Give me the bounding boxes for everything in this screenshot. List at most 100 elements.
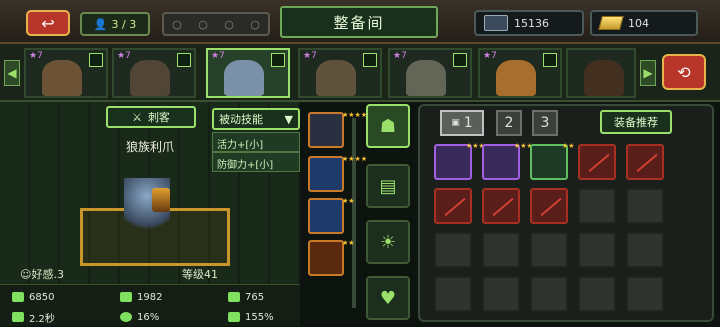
inventory-slot-empty[interactable] (578, 232, 616, 268)
stat-attack: 1982 (108, 287, 208, 307)
page-title: 整备间 (280, 6, 438, 38)
inventory-slot-empty[interactable] (482, 276, 520, 312)
gold-resource: 104 (590, 10, 698, 36)
recommend-gear-button[interactable]: 装备推荐 (600, 110, 672, 134)
skill-item: 防御力+[小] (212, 152, 300, 172)
class-button[interactable]: ⚔ 刺客 (106, 106, 196, 128)
swap-hero-button[interactable]: ⟲ (662, 54, 706, 90)
star-rating: ★★★ (514, 143, 533, 150)
inventory-tab-1[interactable]: ▣ 1 (440, 110, 484, 136)
inventory-item[interactable]: ★★★ (434, 143, 485, 180)
inventory-slot-empty[interactable] (626, 232, 664, 268)
chevron-right-icon: ▶ (643, 66, 653, 80)
scroll-right-button[interactable]: ▶ (640, 60, 656, 86)
squad-count[interactable]: 👤 3 / 3 (80, 12, 150, 36)
skill-item: 活力+[小] (212, 132, 300, 152)
equip-slot-weapon[interactable]: ★★★★ (308, 112, 367, 148)
hero-card[interactable]: ★7 (478, 48, 562, 98)
inventory-item-locked[interactable] (434, 188, 472, 224)
skill-type-dropdown[interactable]: 被动技能 ▼ (212, 108, 300, 130)
person-heart-icon: ♥ (379, 287, 397, 309)
inventory-slot-empty[interactable] (482, 232, 520, 268)
robot-icon: ☗ (379, 115, 397, 137)
inventory-item-locked[interactable] (482, 188, 520, 224)
stats-panel: 6850 1982 765 2.2秒 16% 155% (0, 284, 300, 326)
hero-portrait (42, 60, 82, 96)
star-rating: ★★ (562, 142, 575, 150)
hero-card[interactable]: ★7 (112, 48, 196, 98)
team-slots[interactable]: ○ ○ ○ ○ (162, 12, 270, 36)
tab-cards[interactable]: ▤ (366, 164, 410, 208)
card-resource: 15136 (474, 10, 584, 36)
gold-bar-icon (598, 16, 624, 30)
equip-slot-gear[interactable]: ★★ (308, 198, 355, 234)
tab-equipment[interactable]: ☗ (366, 104, 410, 148)
inventory-slot-empty[interactable] (626, 188, 664, 224)
hero-model (124, 178, 170, 238)
favor-level: ☺好感.3 (20, 268, 64, 281)
hero-card-selected[interactable]: ★7 (206, 48, 290, 98)
person-icon: 👤 (93, 17, 108, 31)
hero-card[interactable]: ★7 (24, 48, 108, 98)
card-stack-icon (484, 15, 508, 31)
inventory-item[interactable]: ★★★ (482, 143, 533, 180)
inventory-slot-empty[interactable] (434, 232, 472, 268)
inventory-item-locked[interactable] (626, 144, 664, 180)
role-icon (543, 53, 557, 67)
role-icon (453, 53, 467, 67)
stat-defense: 765 (216, 287, 316, 307)
card-icon: ▤ (379, 175, 397, 197)
equip-slot-armor[interactable]: ★★★★ (308, 156, 367, 192)
inventory-slot-empty[interactable] (434, 276, 472, 312)
equip-slot-accessory[interactable]: ★★ (308, 240, 355, 276)
star-rating: ★★★★ (342, 156, 367, 163)
hero-portrait (224, 60, 264, 96)
crown-icon (228, 312, 240, 322)
hero-card[interactable]: ★7 (298, 48, 382, 98)
hero-level: 等级41 (182, 268, 218, 281)
inventory-slot-empty[interactable] (530, 276, 568, 312)
hero-portrait (496, 60, 536, 96)
inventory-slot-empty[interactable] (530, 232, 568, 268)
hero-card[interactable]: ★7 (388, 48, 472, 98)
stat-crit: 16% (108, 307, 208, 327)
star-rating: ★★ (342, 239, 355, 247)
swap-icon: ⟲ (677, 62, 691, 82)
hero-strip: ◀ ★7 ★7 ★7 ★7 ★7 ★7 ▶ ⟲ (0, 44, 720, 102)
star-rating: ★★★★ (342, 111, 368, 119)
inventory-item-locked[interactable] (578, 144, 616, 180)
role-icon (89, 53, 103, 67)
inventory-item-locked[interactable] (530, 188, 568, 224)
equip-rail (352, 118, 356, 308)
stat-crit-damage: 155% (216, 307, 316, 327)
scroll-left-button[interactable]: ◀ (4, 60, 20, 86)
shield-icon (228, 292, 240, 302)
tab-favor[interactable]: ♥ (366, 276, 410, 320)
target-icon (120, 312, 132, 322)
back-button[interactable]: ↩ (26, 10, 70, 36)
chevron-left-icon: ◀ (7, 66, 17, 80)
role-icon (271, 53, 285, 67)
inventory-item[interactable]: ★★ (530, 142, 575, 180)
lightbulb-icon: ☀ (379, 231, 397, 253)
star-rating: ★★★ (466, 143, 485, 150)
star-rating: ★★ (342, 197, 355, 205)
tab-tips[interactable]: ☀ (366, 220, 410, 264)
chest-icon: ▣ (451, 118, 460, 128)
hero-portrait (130, 60, 170, 96)
inventory-slot-empty[interactable] (626, 276, 664, 312)
back-arrow-icon: ↩ (41, 13, 55, 33)
hero-portrait (584, 60, 624, 96)
inventory-slot-empty[interactable] (578, 276, 616, 312)
inventory-tab-2[interactable]: 2 (496, 110, 522, 136)
chevron-down-icon: ▼ (284, 112, 293, 126)
role-icon (363, 53, 377, 67)
inventory-tab-3[interactable]: 3 (532, 110, 558, 136)
inventory-slot-empty[interactable] (578, 188, 616, 224)
sword-icon: ⚔ (132, 110, 142, 124)
speed-icon (12, 312, 24, 322)
hero-portrait (316, 60, 356, 96)
top-bar: ↩ 👤 3 / 3 ○ ○ ○ ○ 整备间 15136 104 (0, 0, 720, 44)
hero-card[interactable] (566, 48, 636, 98)
slot-dot-icon: ○ (172, 17, 182, 31)
